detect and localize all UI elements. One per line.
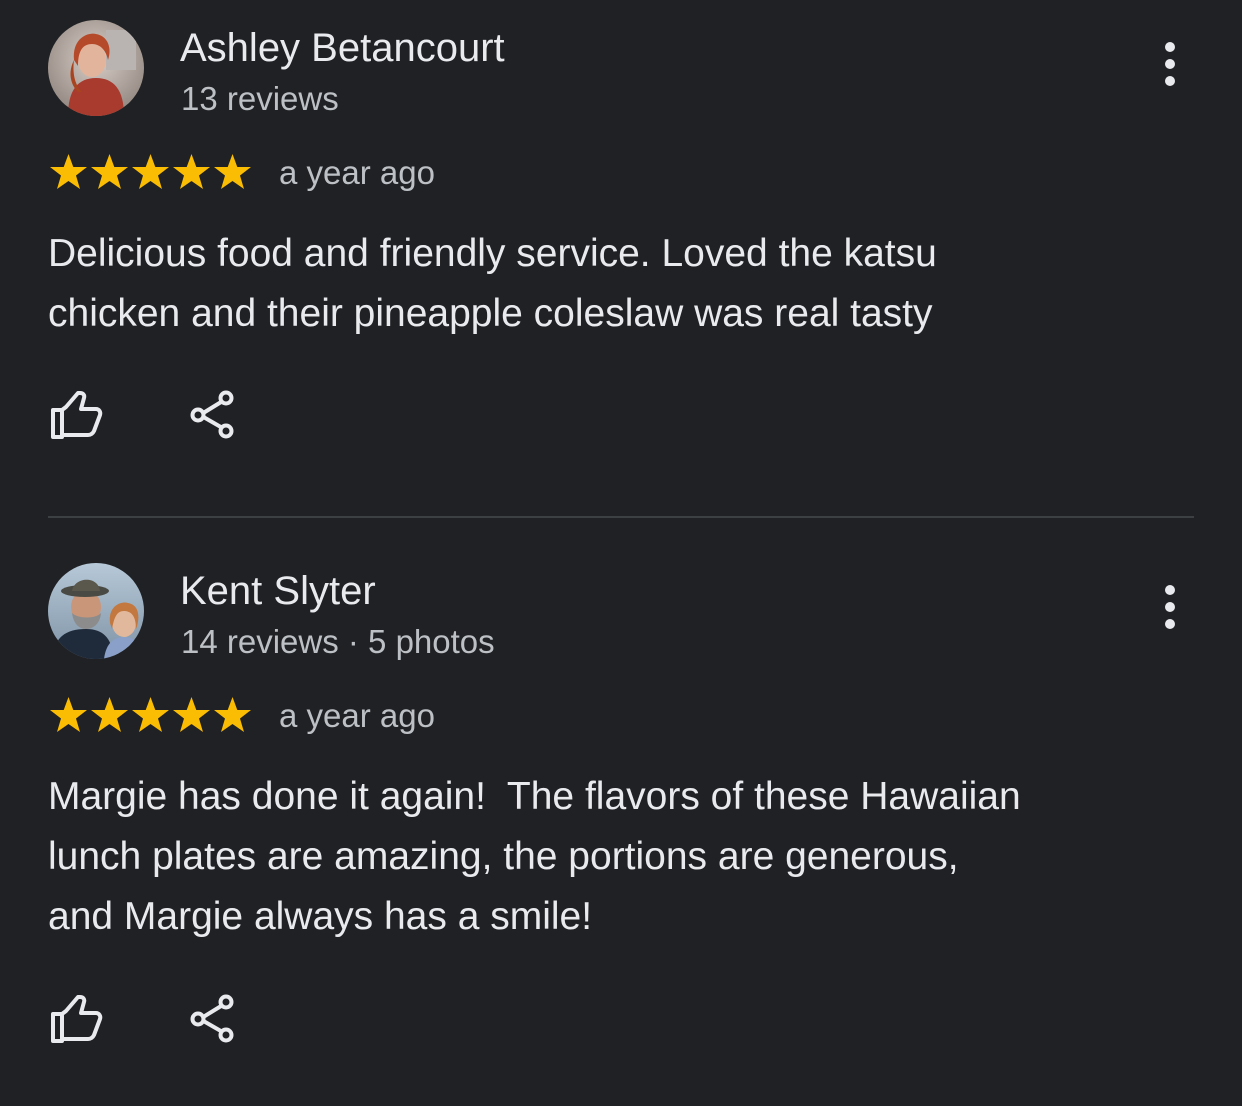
like-button[interactable] bbox=[48, 388, 104, 444]
review-divider bbox=[48, 516, 1194, 518]
share-button[interactable] bbox=[186, 386, 242, 442]
thumb-up-icon bbox=[51, 391, 103, 439]
star-icon bbox=[91, 697, 128, 732]
star-rating bbox=[48, 691, 253, 739]
star-icon bbox=[91, 154, 128, 189]
star-rating bbox=[48, 148, 253, 196]
more-options-button[interactable] bbox=[1150, 38, 1190, 90]
review-text-line: chicken and their pineapple coleslaw was… bbox=[48, 292, 933, 335]
review-card: Kent Slyter 14 reviews · 5 photos a year… bbox=[0, 543, 1242, 1106]
star-icon bbox=[132, 154, 169, 189]
review-card: Ashley Betancourt 13 reviews a year ago … bbox=[0, 0, 1242, 516]
review-date: a year ago bbox=[279, 154, 435, 191]
like-button[interactable] bbox=[48, 992, 104, 1048]
review-date: a year ago bbox=[279, 697, 435, 734]
star-icon bbox=[173, 154, 210, 189]
star-icon bbox=[132, 697, 169, 732]
review-text-line: lunch plates are amazing, the portions a… bbox=[48, 835, 959, 878]
review-text-line: Delicious food and friendly service. Lov… bbox=[48, 232, 937, 275]
author-name[interactable]: Kent Slyter bbox=[180, 567, 376, 615]
review-text-line: Margie has done it again! The flavors of… bbox=[48, 775, 1021, 818]
share-icon bbox=[190, 994, 234, 1043]
author-review-count: 14 reviews · 5 photos bbox=[181, 623, 495, 660]
review-text-line: and Margie always has a smile! bbox=[48, 895, 593, 938]
star-icon bbox=[173, 697, 210, 732]
review-text: Margie has done it again! The flavors of… bbox=[48, 767, 1168, 947]
share-icon bbox=[190, 390, 234, 439]
star-icon bbox=[214, 697, 251, 732]
more-vert-icon bbox=[1165, 585, 1175, 629]
thumb-up-icon bbox=[51, 995, 103, 1043]
star-icon bbox=[214, 154, 251, 189]
review-text: Delicious food and friendly service. Lov… bbox=[48, 224, 1168, 344]
author-avatar[interactable] bbox=[48, 563, 144, 659]
author-name[interactable]: Ashley Betancourt bbox=[180, 24, 505, 72]
star-icon bbox=[50, 697, 87, 732]
share-button[interactable] bbox=[186, 990, 242, 1046]
more-options-button[interactable] bbox=[1150, 581, 1190, 633]
star-icon bbox=[50, 154, 87, 189]
more-vert-icon bbox=[1165, 42, 1175, 86]
author-review-count: 13 reviews bbox=[181, 80, 339, 117]
author-avatar[interactable] bbox=[48, 20, 144, 116]
